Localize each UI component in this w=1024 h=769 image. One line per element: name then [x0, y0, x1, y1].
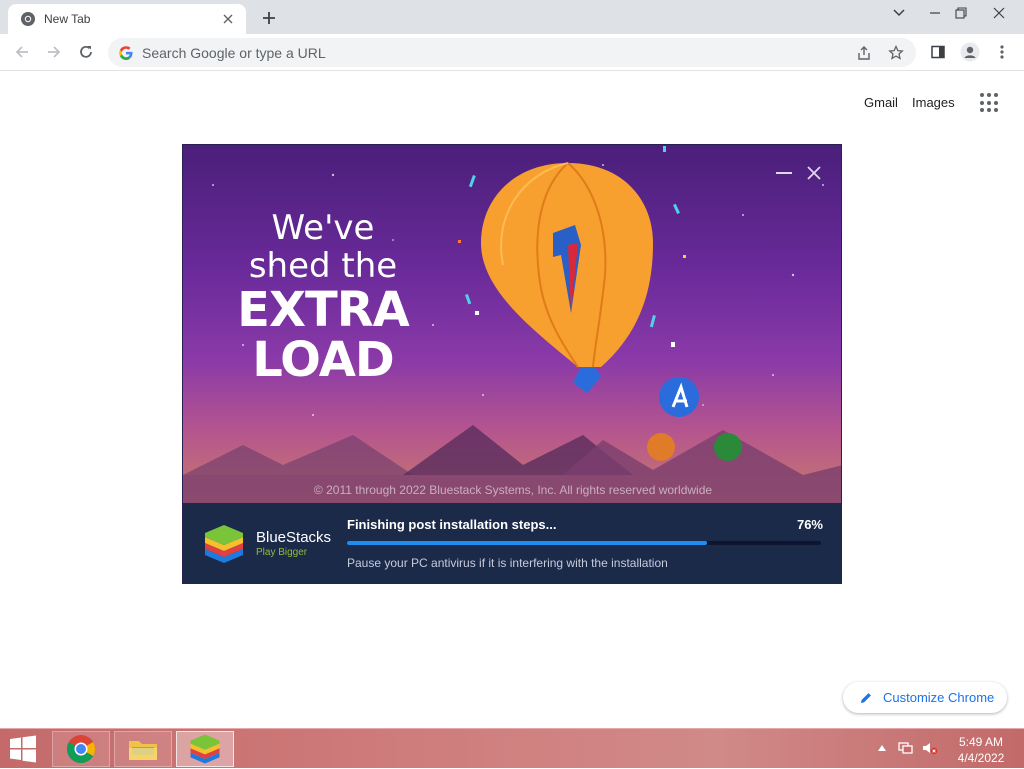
back-button[interactable]	[10, 40, 34, 64]
customize-chrome-label: Customize Chrome	[883, 690, 995, 705]
folder-icon	[129, 741, 157, 760]
bluestacks-app-icon	[190, 734, 220, 764]
taskbar-file-explorer-app[interactable]	[114, 731, 172, 767]
headline-line-1: We've	[271, 208, 375, 248]
windows-taskbar: 5:49 AM 4/4/2022	[0, 728, 1024, 768]
profile-avatar-icon[interactable]	[958, 40, 982, 64]
taskbar-clock[interactable]: 5:49 AM 4/4/2022	[950, 734, 1012, 766]
omnibox-placeholder: Search Google or type a URL	[142, 44, 326, 61]
install-hint: Pause your PC antivirus if it is interfe…	[347, 556, 668, 570]
omnibox[interactable]: Search Google or type a URL	[108, 38, 916, 67]
images-link[interactable]: Images	[912, 95, 955, 110]
network-icon[interactable]	[898, 740, 914, 756]
customize-chrome-button[interactable]: Customize Chrome	[843, 682, 1007, 713]
headline-line-4: LOAD	[252, 332, 394, 388]
start-button[interactable]	[0, 729, 46, 769]
bookmark-star-icon[interactable]	[884, 41, 908, 65]
taskbar-bluestacks-app[interactable]	[176, 731, 234, 767]
install-percent: 76%	[796, 517, 823, 532]
reload-button[interactable]	[74, 40, 98, 64]
headline-line-2: shed the	[248, 246, 398, 286]
windows-logo-icon	[10, 735, 36, 763]
forward-button[interactable]	[42, 40, 66, 64]
share-icon[interactable]	[852, 41, 876, 65]
installer-headline: We've shed the EXTRA LOAD	[223, 209, 423, 385]
brand-tagline: Play Bigger	[256, 547, 308, 558]
browser-toolbar: Search Google or type a URL	[0, 34, 1024, 71]
close-window-button[interactable]	[984, 2, 1014, 24]
installer-banner: We've shed the EXTRA LOAD © 2011 through…	[183, 145, 841, 503]
brand-name: BlueStacks	[256, 529, 332, 546]
headline-line-3: EXTRA	[237, 282, 410, 338]
side-panel-icon[interactable]	[926, 40, 950, 64]
chrome-icon	[21, 12, 35, 26]
installer-status-bar: BlueStacks Play Bigger Finishing post in…	[183, 503, 841, 583]
tab-new-tab[interactable]: New Tab	[8, 4, 246, 34]
pencil-icon	[861, 692, 871, 703]
hot-air-balloon	[481, 162, 653, 393]
chrome-app-icon	[66, 735, 95, 764]
installer-minimize-button[interactable]	[773, 163, 795, 183]
chrome-menu-icon[interactable]	[990, 40, 1014, 64]
install-progress-fill	[347, 541, 708, 545]
installer-copyright: © 2011 through 2022 Bluestack Systems, I…	[313, 483, 713, 497]
install-progress-bar	[347, 541, 821, 545]
tab-search-icon[interactable]	[884, 2, 914, 24]
bluestacks-installer-window: We've shed the EXTRA LOAD © 2011 through…	[182, 144, 842, 584]
google-icon	[119, 45, 133, 60]
bluestacks-logo-icon	[205, 525, 243, 563]
clock-date: 4/4/2022	[957, 751, 1005, 765]
volume-muted-icon[interactable]	[922, 740, 938, 756]
new-tab-button[interactable]	[258, 8, 280, 28]
installer-close-button[interactable]	[803, 163, 825, 183]
taskbar-chrome-app[interactable]	[52, 731, 110, 767]
clock-time: 5:49 AM	[958, 735, 1004, 749]
tab-title: New Tab	[44, 12, 91, 26]
show-hidden-icons-icon[interactable]	[874, 740, 890, 756]
tab-strip: New Tab	[0, 0, 1024, 34]
google-apps-icon[interactable]	[980, 93, 1000, 113]
install-step-text: Finishing post installation steps...	[347, 517, 557, 532]
tab-close-icon[interactable]	[220, 11, 236, 27]
gmail-link[interactable]: Gmail	[864, 95, 898, 110]
restore-window-button[interactable]	[946, 2, 976, 24]
